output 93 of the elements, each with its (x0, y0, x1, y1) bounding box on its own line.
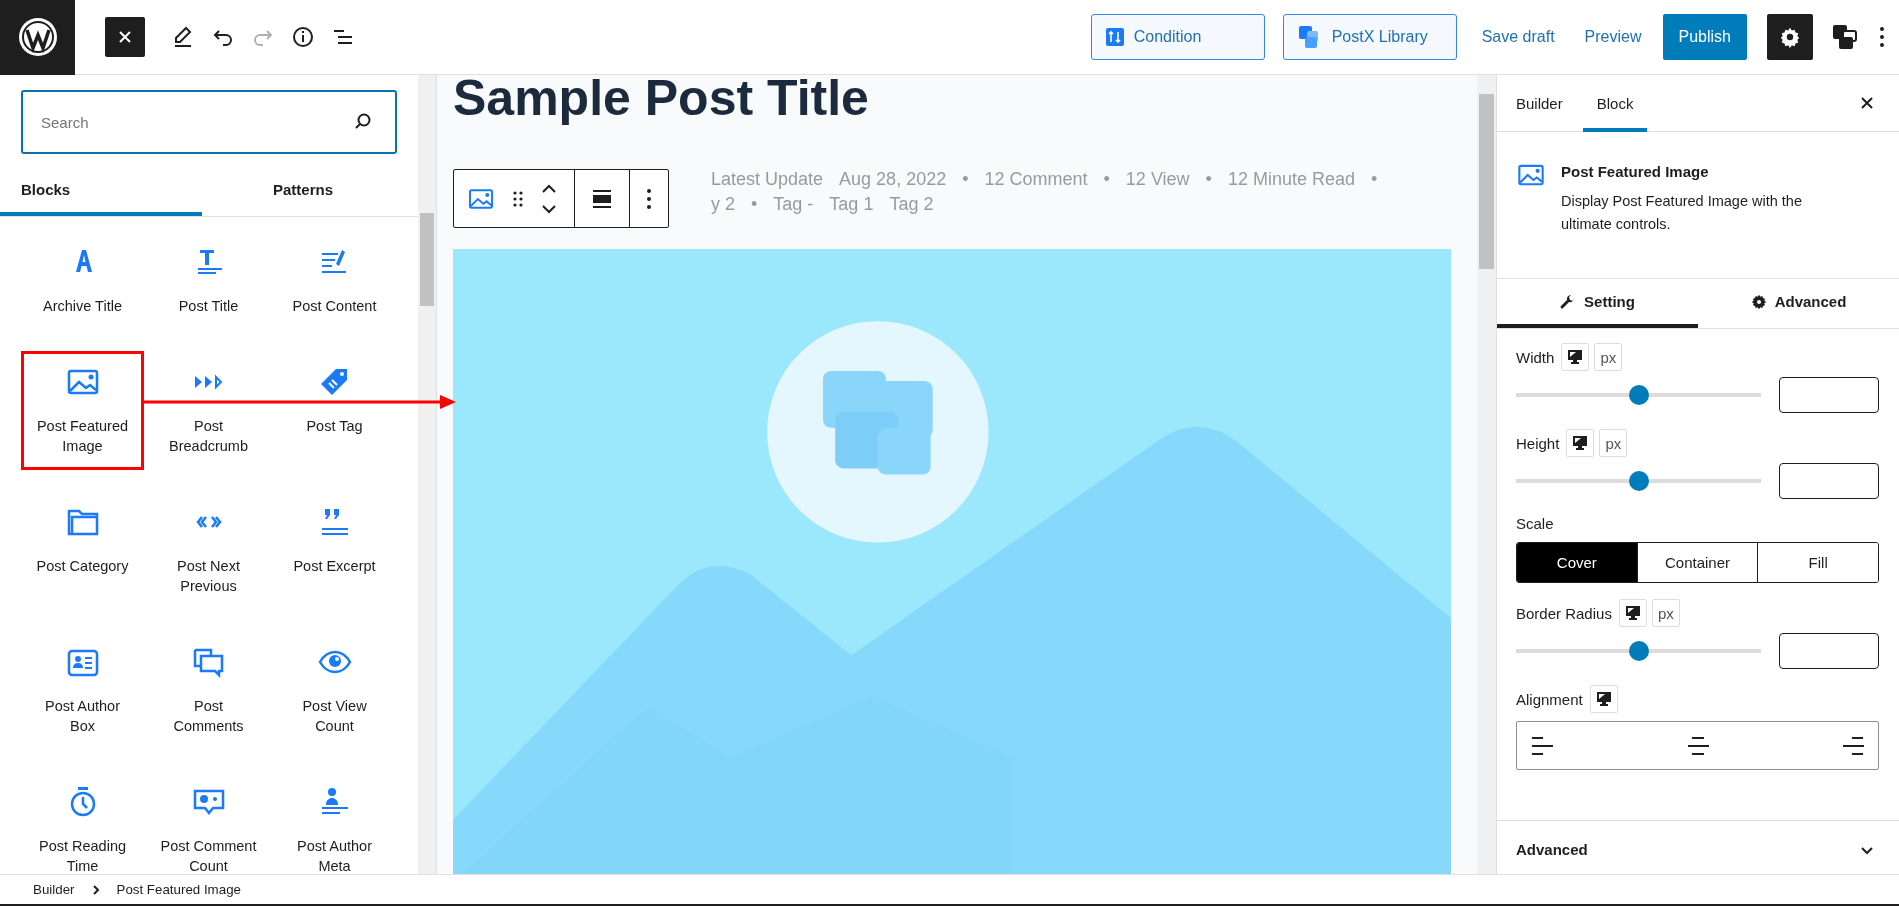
section-title: Advanced (1516, 841, 1588, 858)
monitor-icon (1624, 605, 1641, 621)
block-item[interactable]: Post Author Meta (273, 771, 396, 874)
block-title: Post Featured Image (1561, 163, 1710, 180)
scale-option[interactable]: Fill (1757, 543, 1878, 582)
block-item[interactable]: Post Title (147, 231, 270, 330)
block-item[interactable]: Post Breadcrumb (147, 351, 270, 470)
block-item[interactable]: Post Author Box (21, 631, 144, 750)
close-icon (117, 29, 133, 45)
post-meta-text: 12 View (1125, 168, 1190, 191)
monitor-icon (1595, 691, 1612, 707)
post-meta-text: Latest Update (711, 168, 824, 191)
breadcrumb-link[interactable]: Builder (33, 882, 75, 897)
breadcrumb-link[interactable]: Post Featured Image (116, 882, 241, 897)
publish-button[interactable]: Publish (1662, 14, 1747, 60)
scrollbar[interactable] (1477, 75, 1496, 874)
block-item[interactable]: Post Category (21, 491, 144, 610)
search-field[interactable]: Search (21, 90, 397, 154)
site-logo-icon[interactable] (0, 0, 75, 75)
post-meta-text: Aug 28, 2022 (839, 168, 947, 191)
more-options-icon[interactable] (646, 187, 652, 210)
post-meta-text: • (1205, 168, 1212, 191)
post-meta-text: y 2 (711, 193, 735, 216)
post-meta-text: 12 Comment (984, 168, 1088, 191)
gear-icon (1750, 293, 1767, 310)
control-label: Width (1516, 348, 1555, 366)
number-field[interactable] (1779, 463, 1879, 499)
toolbar-button[interactable]: Condition (1090, 14, 1265, 60)
close-icon[interactable] (1859, 95, 1875, 111)
align-icon[interactable] (591, 187, 613, 210)
more-options-icon[interactable] (1879, 26, 1885, 48)
toolbar-link-button[interactable]: Save draft (1481, 28, 1555, 46)
block-item[interactable]: Post Comment Count (147, 771, 270, 874)
block-item[interactable]: Post View Count (273, 631, 396, 750)
post-meta-text: Tag 1 (829, 193, 874, 216)
chevron-right-icon (90, 883, 101, 896)
device-button[interactable] (1589, 685, 1618, 713)
number-field[interactable] (1779, 377, 1879, 413)
collapsible-section[interactable]: Advanced (1497, 821, 1899, 874)
settings-button[interactable] (1767, 14, 1813, 60)
block-item[interactable]: Archive Title (21, 231, 144, 330)
settings-tab[interactable]: Setting (1497, 279, 1698, 328)
block-item[interactable]: Post Excerpt (273, 491, 396, 610)
block-item[interactable]: Post Featured Image (21, 351, 144, 470)
monitor-icon (1572, 435, 1589, 451)
monitor-icon (1567, 349, 1584, 365)
slider-thumb[interactable] (1628, 385, 1649, 405)
control-label: Border Radius (1516, 604, 1612, 622)
move-arrows-icon[interactable] (540, 182, 558, 215)
post-meta-text: 12 Minute Read (1227, 168, 1355, 191)
number-field[interactable] (1779, 633, 1879, 669)
toolbar-button[interactable]: PostX Library (1282, 14, 1457, 60)
post-meta-text: • (962, 168, 969, 191)
sort-arrows-icon (1105, 28, 1124, 46)
squares-icon[interactable] (1831, 23, 1859, 51)
scale-option[interactable]: Cover (1517, 543, 1637, 582)
device-button[interactable] (1618, 599, 1647, 627)
info-icon[interactable] (291, 25, 315, 49)
block-item[interactable]: Post Reading Time (21, 771, 144, 874)
toolbar-link-button[interactable]: Preview (1584, 28, 1642, 46)
scrollbar[interactable] (418, 75, 436, 874)
align-center-icon[interactable] (1686, 734, 1709, 757)
control-label: Scale (1516, 515, 1554, 532)
settings-tab[interactable]: Advanced (1698, 279, 1899, 328)
post-meta-text: • (751, 193, 758, 216)
device-button[interactable] (1561, 343, 1590, 371)
unit-button[interactable]: px (1599, 429, 1628, 457)
post-meta-text: Tag 2 (889, 193, 934, 216)
block-item[interactable]: Post Next Previous (147, 491, 270, 610)
post-title: Sample Post Title (453, 75, 870, 123)
control-label: Height (1516, 434, 1560, 452)
block-item[interactable]: Post Content (273, 231, 396, 330)
unit-button[interactable]: px (1594, 343, 1623, 371)
block-item[interactable]: Post Tag (273, 351, 396, 470)
inserter-tab[interactable]: Blocks (0, 166, 202, 216)
close-button[interactable] (105, 17, 145, 57)
slider-thumb[interactable] (1628, 471, 1649, 491)
block-description: Display Post Featured Image with the ultimate controls. (1561, 192, 1803, 234)
post-meta-text: • (1103, 168, 1110, 191)
inserter-tab[interactable]: Patterns (202, 166, 404, 216)
block-item[interactable]: Post Comments (147, 631, 270, 750)
settings-icon (1779, 26, 1801, 48)
post-meta-text: Tag - (773, 193, 814, 216)
slider-thumb[interactable] (1628, 641, 1649, 661)
sidebar-tab[interactable]: Block (1582, 75, 1648, 132)
align-left-icon[interactable] (1531, 734, 1553, 757)
unit-button[interactable]: px (1651, 599, 1680, 627)
device-button[interactable] (1566, 429, 1595, 457)
control-label: Alignment (1516, 690, 1583, 708)
post-meta-text: • (1371, 168, 1378, 191)
align-right-icon[interactable] (1842, 734, 1864, 757)
sidebar-tab[interactable]: Builder (1516, 75, 1577, 132)
wrench-icon (1560, 293, 1577, 310)
